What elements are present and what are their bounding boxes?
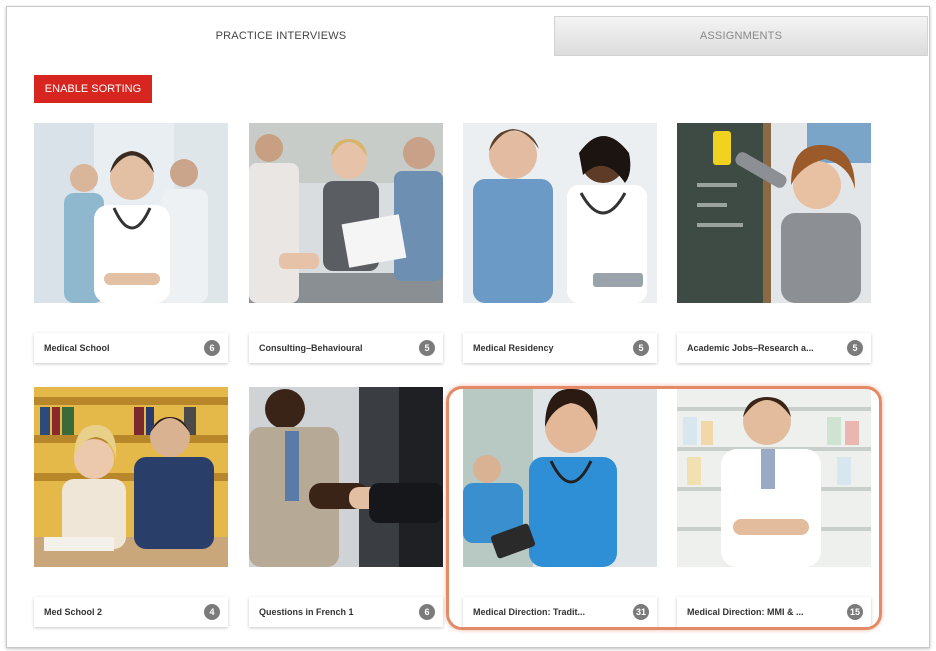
question-count-badge: 5 xyxy=(847,340,863,356)
interview-card[interactable]: Medical Residency 5 xyxy=(463,123,657,363)
card-caption[interactable]: Academic Jobs–Research a... 5 xyxy=(677,333,871,363)
card-title: Questions in French 1 xyxy=(259,607,354,617)
question-count-badge: 6 xyxy=(419,604,435,620)
question-count-badge: 5 xyxy=(633,340,649,356)
card-caption[interactable]: Questions in French 1 6 xyxy=(249,597,443,627)
card-title: Consulting–Behavioural xyxy=(259,343,363,353)
interview-card[interactable]: Questions in French 1 6 xyxy=(249,387,443,627)
card-thumbnail[interactable] xyxy=(249,387,443,567)
interview-card[interactable]: Consulting–Behavioural 5 xyxy=(249,123,443,363)
question-count-badge: 6 xyxy=(204,340,220,356)
interview-card[interactable]: Medical School 6 xyxy=(34,123,228,363)
card-thumbnail[interactable] xyxy=(677,123,871,303)
card-thumbnail[interactable] xyxy=(34,123,228,303)
card-caption[interactable]: Med School 2 4 xyxy=(34,597,228,627)
question-count-badge: 5 xyxy=(419,340,435,356)
tab-practice-interviews[interactable]: PRACTICE INTERVIEWS xyxy=(8,16,554,56)
card-title: Academic Jobs–Research a... xyxy=(687,343,814,353)
highlight-callout xyxy=(446,386,882,630)
card-title: Med School 2 xyxy=(44,607,103,617)
enable-sorting-button[interactable]: ENABLE SORTING xyxy=(34,75,152,103)
card-thumbnail[interactable] xyxy=(34,387,228,567)
card-thumbnail[interactable] xyxy=(463,123,657,303)
question-count-badge: 4 xyxy=(204,604,220,620)
interview-card[interactable]: Academic Jobs–Research a... 5 xyxy=(677,123,871,363)
tab-assignments[interactable]: ASSIGNMENTS xyxy=(554,16,928,56)
card-caption[interactable]: Medical School 6 xyxy=(34,333,228,363)
card-thumbnail[interactable] xyxy=(249,123,443,303)
card-title: Medical School xyxy=(44,343,110,353)
card-title: Medical Residency xyxy=(473,343,554,353)
interview-card[interactable]: Med School 2 4 xyxy=(34,387,228,627)
card-caption[interactable]: Consulting–Behavioural 5 xyxy=(249,333,443,363)
card-caption[interactable]: Medical Residency 5 xyxy=(463,333,657,363)
